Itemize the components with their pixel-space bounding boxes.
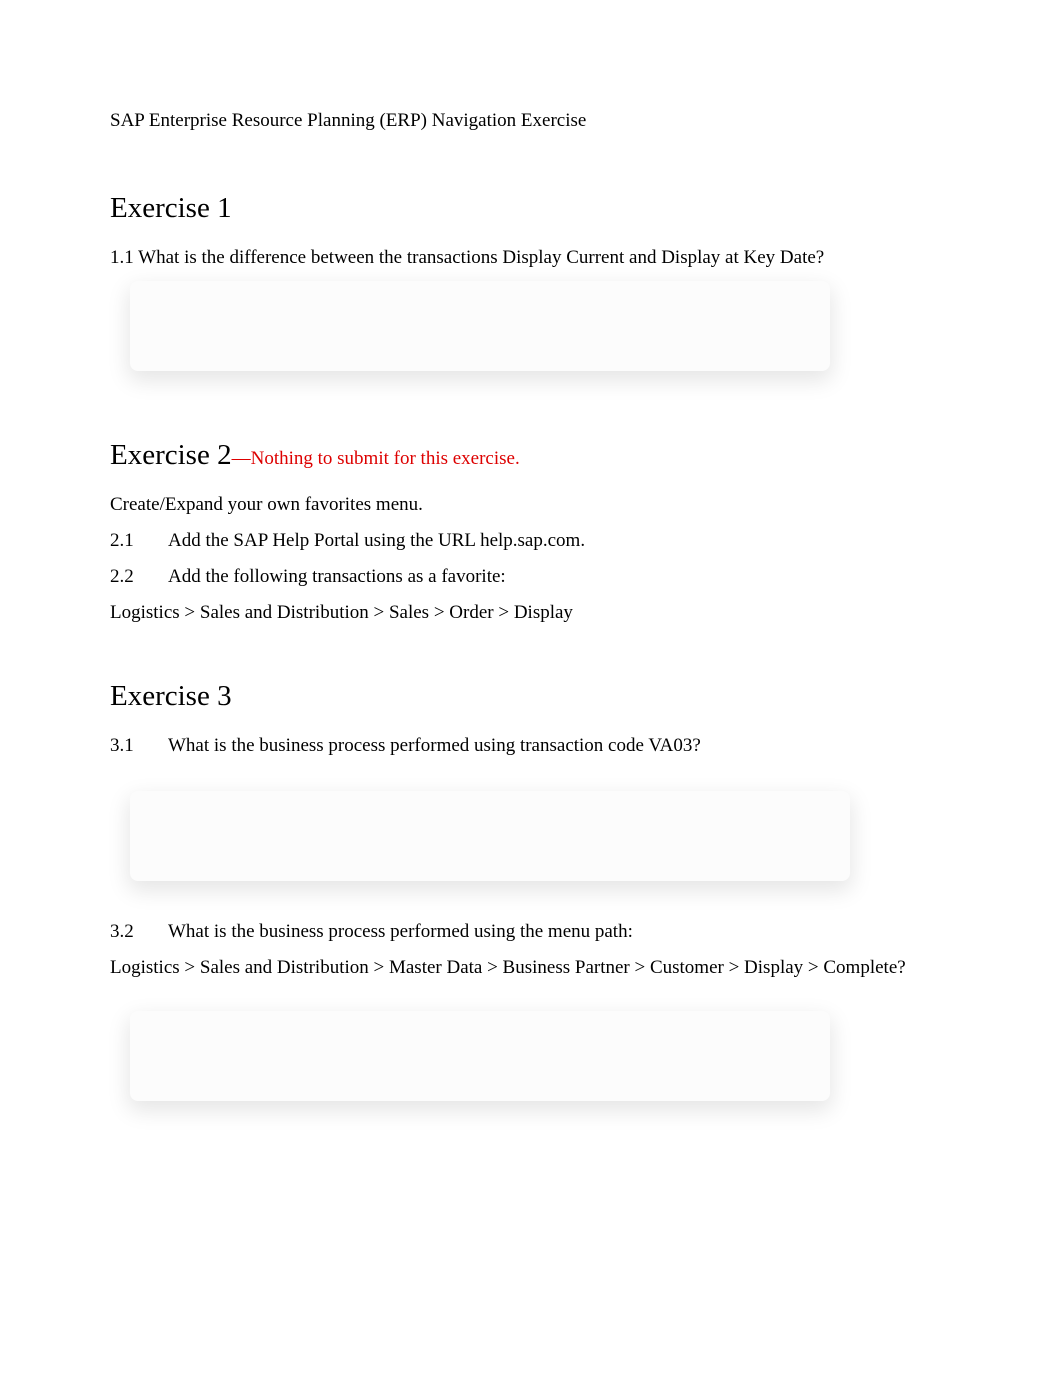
exercise-1: Exercise 1 1.1 What is the difference be… xyxy=(110,192,952,371)
question-1-1: 1.1 What is the difference between the t… xyxy=(110,247,952,269)
exercise-3-heading: Exercise 3 xyxy=(110,680,952,713)
exercise-1-heading: Exercise 1 xyxy=(110,192,952,225)
menu-path: Logistics > Sales and Distribution > Sal… xyxy=(110,602,952,624)
question-2-2: 2.2Add the following transactions as a f… xyxy=(110,566,952,588)
question-2-1: 2.1Add the SAP Help Portal using the URL… xyxy=(110,530,952,552)
question-text: What is the business process performed u… xyxy=(168,735,701,756)
question-number: 1.1 xyxy=(110,247,134,268)
question-number: 2.2 xyxy=(110,566,168,588)
exercise-2-intro: Create/Expand your own favorites menu. xyxy=(110,494,952,516)
question-number: 2.1 xyxy=(110,530,168,552)
question-text: Add the SAP Help Portal using the URL he… xyxy=(168,530,585,551)
answer-box[interactable] xyxy=(130,791,850,881)
exercise-2-heading: Exercise 2—Nothing to submit for this ex… xyxy=(110,439,952,472)
question-number: 3.1 xyxy=(110,735,168,757)
question-3-1: 3.1What is the business process performe… xyxy=(110,735,952,757)
question-3-2: 3.2What is the business process performe… xyxy=(110,921,952,943)
question-number: 3.2 xyxy=(110,921,168,943)
question-text: What is the business process performed u… xyxy=(168,921,633,942)
question-text: Add the following transactions as a favo… xyxy=(168,566,506,587)
menu-path: Logistics > Sales and Distribution > Mas… xyxy=(110,957,952,979)
exercise-2: Exercise 2—Nothing to submit for this ex… xyxy=(110,439,952,624)
document-title: SAP Enterprise Resource Planning (ERP) N… xyxy=(110,110,952,132)
answer-box[interactable] xyxy=(130,281,830,371)
question-text: What is the difference between the trans… xyxy=(138,247,824,268)
exercise-2-note: —Nothing to submit for this exercise. xyxy=(232,448,520,469)
exercise-3: Exercise 3 3.1What is the business proce… xyxy=(110,680,952,1101)
heading-text: Exercise 2 xyxy=(110,439,232,471)
answer-box[interactable] xyxy=(130,1011,830,1101)
